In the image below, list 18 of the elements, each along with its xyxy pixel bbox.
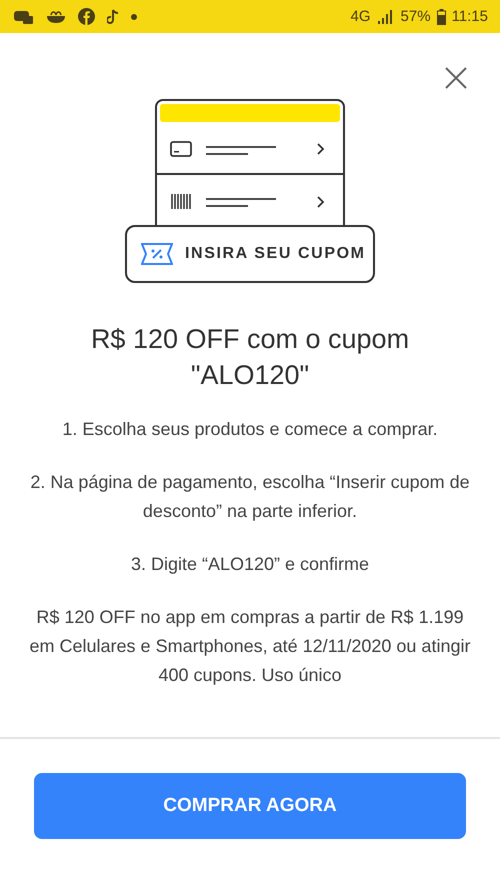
- instruction-text: R$ 120 OFF no app em compras a partir de R$ 1.199 em Celulares e Smartphones, até 12/11/2020 ou atingir 400 cupons. Uso único: [28, 606, 472, 687]
- network-label: 4G: [350, 8, 371, 25]
- close-icon[interactable]: [445, 67, 467, 89]
- bowl-icon: [46, 10, 66, 24]
- battery-percent: 57%: [400, 8, 431, 25]
- signal-icon: [376, 10, 395, 24]
- buy-now-button[interactable]: COMPRAR AGORA: [34, 773, 466, 839]
- coupon-label: INSIRA SEU CUPOM: [185, 245, 366, 263]
- facebook-icon: [78, 8, 95, 25]
- offer-title: R$ 120 OFF com o cupom "ALO120": [90, 323, 410, 392]
- music-note-icon: [107, 9, 119, 24]
- clock-time: 11:15: [452, 8, 488, 25]
- dot-icon: [131, 14, 137, 20]
- battery-icon: [436, 8, 446, 24]
- instruction-text: 3. Digite “ALO120” e confirme: [130, 553, 370, 576]
- ticket-icon: [141, 243, 173, 265]
- instruction-text: 1. Escolha seus produtos e comece a comprar.: [61, 418, 439, 441]
- instruction-text: 2. Na página de pagamento, escolha “Inserir cupom de desconto” na parte inferior.: [29, 471, 471, 523]
